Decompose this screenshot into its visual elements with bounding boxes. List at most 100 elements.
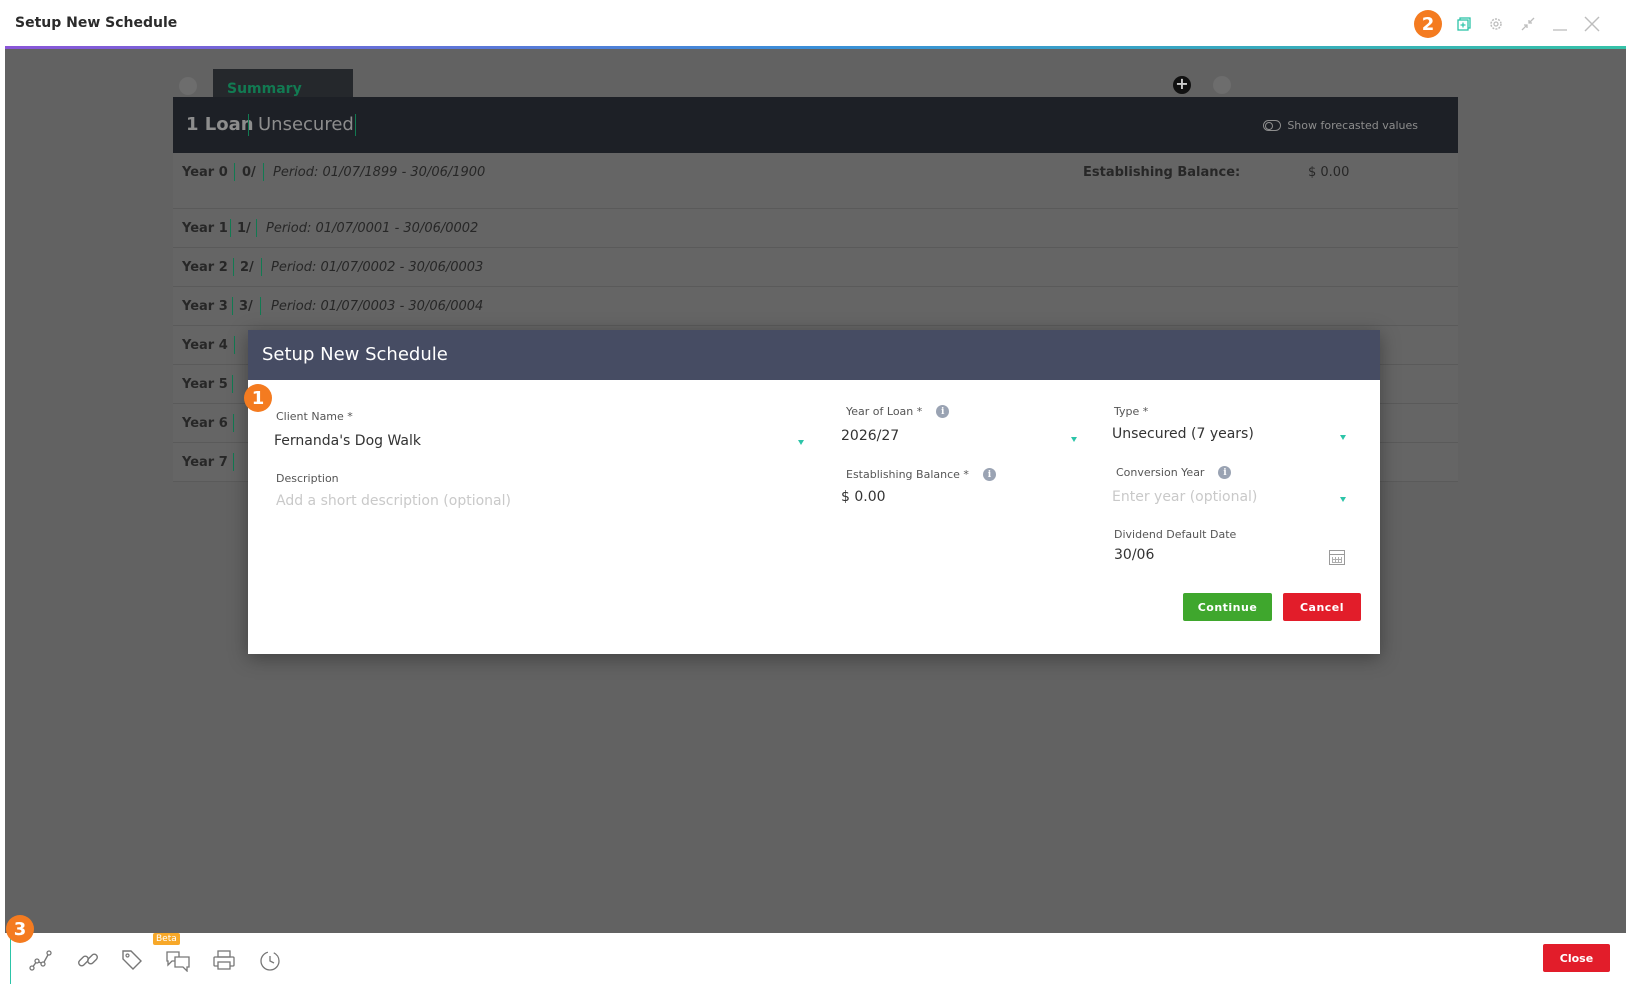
print-icon[interactable]: [211, 947, 237, 973]
modal-title: Setup New Schedule: [248, 330, 1380, 380]
year-divider: [260, 297, 261, 315]
loan-header-divider: [248, 114, 249, 136]
step-badge-3: 3: [6, 915, 34, 943]
year-of-loan-label: Year of Loan *: [846, 405, 923, 418]
beta-badge: Beta: [153, 933, 180, 945]
tabs-row: Summary +: [173, 59, 1453, 107]
year-label: Year 3: [182, 299, 228, 314]
client-name-chevron-down-icon[interactable]: [798, 440, 804, 445]
setup-schedule-modal: Setup New Schedule 1 Client Name * Ferna…: [244, 330, 1380, 654]
conversion-year-label-row: Conversion Year i: [1116, 466, 1356, 479]
calendar-icon[interactable]: [1329, 550, 1345, 565]
year-divider: [234, 163, 235, 181]
year-row[interactable]: Year 3 3/ Period: 01/07/0003 - 30/06/000…: [173, 287, 1458, 326]
year-of-loan-select[interactable]: 2026/27: [841, 428, 1076, 444]
description-input[interactable]: Add a short description (optional): [276, 493, 796, 509]
window-title: Setup New Schedule: [15, 15, 178, 31]
year-of-loan-chevron-down-icon[interactable]: [1071, 437, 1077, 442]
year-label: Year 6: [182, 416, 228, 431]
year-row[interactable]: Year 1 1/ Period: 01/07/0001 - 30/06/000…: [173, 209, 1458, 248]
tab-prev-icon[interactable]: [179, 77, 197, 95]
year-divider: [233, 258, 234, 276]
type-label: Type *: [1114, 405, 1149, 418]
year-divider: [261, 258, 262, 276]
toggle-icon[interactable]: [1263, 120, 1282, 131]
dividend-date-field[interactable]: Dividend Default Date 30/06: [1114, 528, 1354, 563]
year-period: Period: 01/07/0001 - 30/06/0002: [266, 221, 479, 236]
window-controls: 2: [1414, 10, 1602, 38]
year-short: 0/: [242, 165, 256, 180]
year-divider: [232, 375, 233, 393]
year-period: Period: 01/07/0003 - 30/06/0004: [271, 299, 484, 314]
loan-header-divider: [355, 114, 356, 136]
continue-button[interactable]: Continue: [1183, 593, 1272, 621]
history-icon[interactable]: [257, 947, 283, 973]
minimize-icon[interactable]: [1550, 14, 1570, 34]
conversion-year-label: Conversion Year: [1116, 466, 1205, 479]
year-divider: [234, 336, 235, 354]
conversion-year-select[interactable]: Enter year (optional): [1112, 489, 1356, 505]
bottom-toolbar: Beta Close: [0, 933, 1626, 984]
collapse-icon[interactable]: [1518, 14, 1538, 34]
gear-icon[interactable]: [1486, 14, 1506, 34]
graph-icon[interactable]: [28, 947, 54, 973]
year-of-loan-field[interactable]: Year of Loan * i 2026/27: [841, 405, 1076, 444]
establishing-balance-input[interactable]: $ 0.00: [841, 489, 1076, 505]
year-row[interactable]: Year 0 0/ Period: 01/07/1899 - 30/06/190…: [173, 153, 1458, 209]
tag-icon[interactable]: [119, 947, 145, 973]
add-tab-icon[interactable]: +: [1173, 76, 1191, 94]
chat-icon[interactable]: [165, 947, 191, 973]
establishing-balance-field[interactable]: Establishing Balance * i $ 0.00: [841, 468, 1076, 505]
client-name-field[interactable]: Client Name * Fernanda's Dog Walk: [274, 410, 796, 449]
year-label: Year 2: [182, 260, 228, 275]
dividend-date-input[interactable]: 30/06: [1114, 547, 1354, 563]
year-label: Year 4: [182, 338, 228, 353]
establishing-balance-field-label: Establishing Balance *: [846, 468, 969, 481]
description-field[interactable]: Description Add a short description (opt…: [276, 472, 796, 509]
year-of-loan-label-row: Year of Loan * i: [846, 405, 1076, 418]
establishing-balance-label: Establishing Balance:: [1083, 165, 1241, 180]
year-row[interactable]: Year 2 2/ Period: 01/07/0002 - 30/06/000…: [173, 248, 1458, 287]
forecast-label: Show forecasted values: [1287, 119, 1418, 132]
establishing-balance-value: $ 0.00: [1308, 165, 1350, 180]
close-icon[interactable]: [1582, 14, 1602, 34]
new-window-icon[interactable]: [1454, 14, 1474, 34]
year-label: Year 7: [182, 455, 228, 470]
close-button[interactable]: Close: [1543, 944, 1610, 972]
info-icon[interactable]: i: [1218, 466, 1232, 479]
year-short: 1/: [237, 221, 251, 236]
title-bar: Setup New Schedule 2: [0, 0, 1626, 49]
description-label: Description: [276, 472, 339, 485]
year-period: Period: 01/07/0002 - 30/06/0003: [271, 260, 484, 275]
type-chevron-down-icon[interactable]: [1340, 435, 1346, 440]
forecast-toggle[interactable]: Show forecasted values: [1263, 119, 1418, 132]
loan-type: Unsecured: [258, 114, 354, 135]
conversion-year-chevron-down-icon[interactable]: [1340, 497, 1346, 502]
dividend-date-label: Dividend Default Date: [1114, 528, 1237, 541]
year-divider: [232, 297, 233, 315]
year-divider: [230, 219, 231, 237]
toolbar-accent-line: [10, 933, 11, 984]
info-icon[interactable]: i: [936, 405, 950, 418]
client-name-select[interactable]: Fernanda's Dog Walk: [274, 433, 796, 449]
step-badge-2: 2: [1414, 10, 1442, 38]
loan-header: 1 Loan Unsecured Show forecasted values: [173, 97, 1458, 153]
info-icon[interactable]: i: [982, 468, 996, 481]
year-divider: [263, 163, 264, 181]
year-label: Year 0: [182, 165, 228, 180]
establishing-balance-label-row: Establishing Balance * i: [846, 468, 1076, 481]
year-label: Year 5: [182, 377, 228, 392]
year-short: 3/: [239, 299, 253, 314]
year-period: Period: 01/07/1899 - 30/06/1900: [273, 165, 486, 180]
tab-next-icon[interactable]: [1213, 76, 1231, 94]
year-label: Year 1: [182, 221, 228, 236]
year-short: 2/: [240, 260, 254, 275]
year-divider: [233, 453, 234, 471]
step-badge-1: 1: [244, 384, 272, 412]
type-field[interactable]: Type * Unsecured (7 years): [1112, 405, 1354, 442]
type-select[interactable]: Unsecured (7 years): [1112, 426, 1354, 442]
year-divider: [233, 414, 234, 432]
conversion-year-field[interactable]: Conversion Year i Enter year (optional): [1112, 466, 1356, 505]
link-icon[interactable]: [75, 947, 101, 973]
cancel-button[interactable]: Cancel: [1283, 593, 1361, 621]
